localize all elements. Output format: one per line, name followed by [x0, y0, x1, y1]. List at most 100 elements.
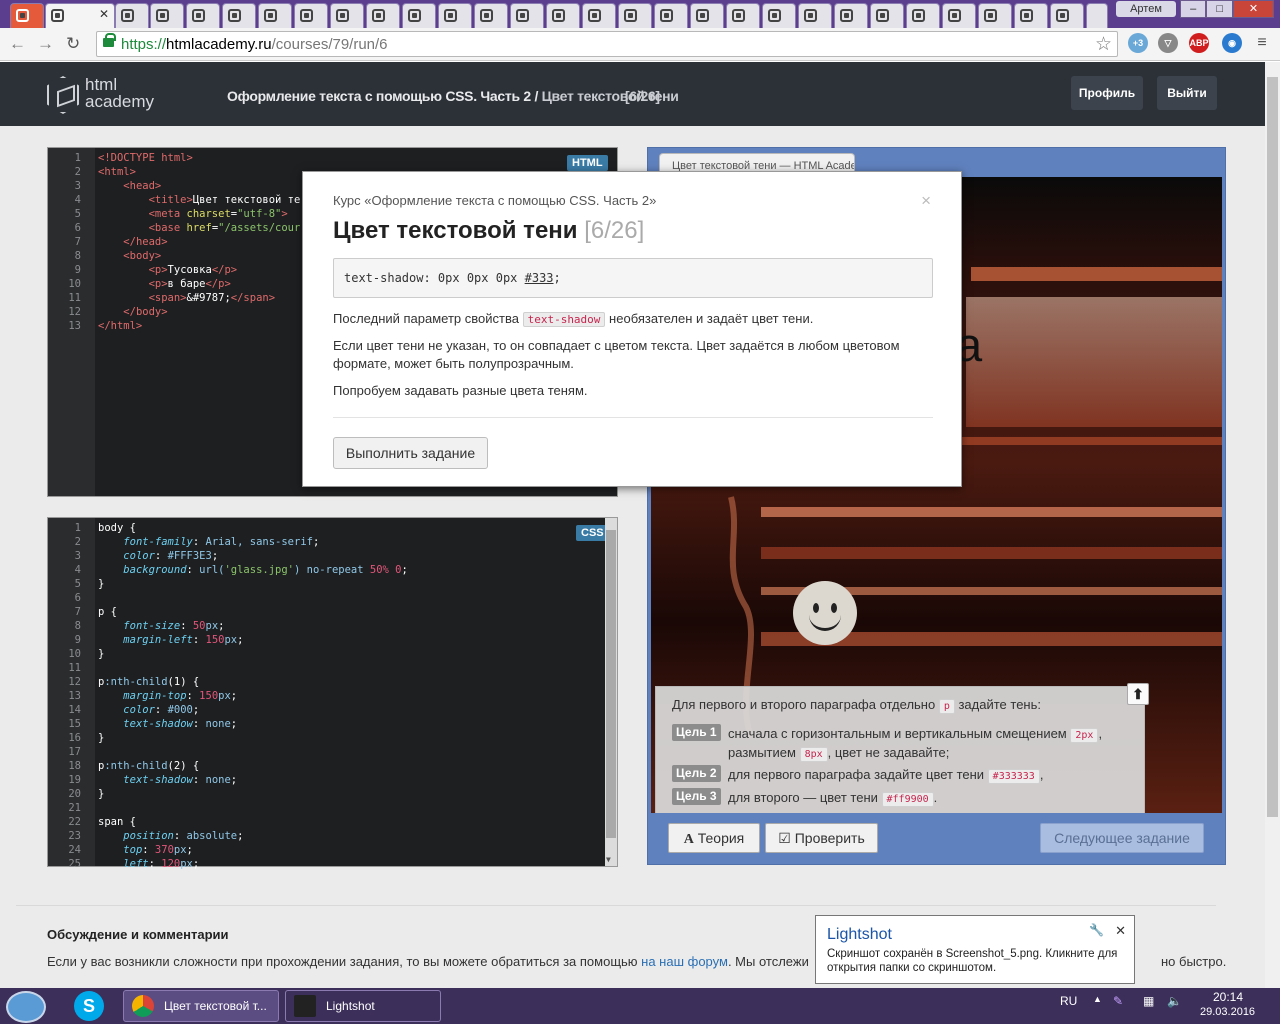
skype-icon[interactable]: S: [74, 991, 104, 1021]
browser-tab[interactable]: [726, 3, 760, 28]
network-icon[interactable]: ▦: [1143, 994, 1154, 1008]
browser-tab[interactable]: [870, 3, 904, 28]
browser-tab[interactable]: [798, 3, 832, 28]
browser-tab[interactable]: [186, 3, 220, 28]
maximize-button[interactable]: □: [1206, 0, 1233, 18]
browser-tab[interactable]: [546, 3, 580, 28]
html-code-line[interactable]: 5 <meta charset="utf-8">: [48, 207, 288, 221]
css-code-line[interactable]: 10}: [48, 647, 104, 661]
browser-tab[interactable]: [582, 3, 616, 28]
browser-tab[interactable]: [1050, 3, 1084, 28]
css-code-line[interactable]: 4 background: url('glass.jpg') no-repeat…: [48, 563, 408, 577]
browser-tab[interactable]: [115, 3, 149, 28]
css-code-line[interactable]: 24 top: 370px;: [48, 843, 193, 857]
back-icon[interactable]: ←: [9, 34, 26, 54]
css-editor-scrollbar[interactable]: ▼: [605, 518, 617, 866]
html-code-line[interactable]: 1 <!DOCTYPE html>: [48, 151, 193, 165]
extension-shield-icon[interactable]: ▽: [1158, 33, 1178, 53]
forward-icon[interactable]: →: [37, 34, 54, 54]
globe-icon[interactable]: ◉: [1222, 33, 1242, 53]
css-code-line[interactable]: 18 p:nth-child(2) {: [48, 759, 199, 773]
browser-tab[interactable]: [690, 3, 724, 28]
css-code-line[interactable]: 6: [48, 591, 81, 605]
browser-tab[interactable]: [438, 3, 472, 28]
adblock-icon[interactable]: ABP: [1189, 33, 1209, 53]
browser-tab[interactable]: [150, 3, 184, 28]
browser-tab[interactable]: [10, 3, 44, 28]
css-code-line[interactable]: 17: [48, 745, 81, 759]
browser-tab[interactable]: [834, 3, 868, 28]
extension-cloud-icon[interactable]: +3: [1128, 33, 1148, 53]
css-editor[interactable]: 1 body {2 font-family: Arial, sans-serif;…: [47, 517, 618, 870]
css-code-line[interactable]: 2 font-family: Arial, sans-serif;: [48, 535, 320, 549]
html-code-line[interactable]: 13 </html>: [48, 319, 142, 333]
css-code-line[interactable]: 23 position: absolute;: [48, 829, 243, 843]
browser-tab[interactable]: [906, 3, 940, 28]
taskbar-lightshot[interactable]: Lightshot: [285, 990, 441, 1022]
volume-icon[interactable]: 🔈: [1167, 994, 1182, 1008]
browser-tab[interactable]: [1014, 3, 1048, 28]
css-code-line[interactable]: 20}: [48, 787, 104, 801]
browser-tab[interactable]: [654, 3, 688, 28]
theory-button[interactable]: A Теория: [668, 823, 760, 853]
html-code-line[interactable]: 12 </body>: [48, 305, 167, 319]
css-code-line[interactable]: 12 p:nth-child(1) {: [48, 675, 199, 689]
reload-icon[interactable]: ↻: [66, 34, 80, 54]
css-code-line[interactable]: 1 body {: [48, 521, 136, 535]
css-code-line[interactable]: 7p {: [48, 605, 117, 619]
logout-button[interactable]: Выйти: [1157, 76, 1217, 110]
menu-icon[interactable]: ≡: [1252, 33, 1272, 53]
next-task-button[interactable]: Следующее задание: [1040, 823, 1204, 853]
address-bar[interactable]: https://htmlacademy.ru/courses/79/run/6 …: [96, 31, 1118, 57]
browser-tab[interactable]: [978, 3, 1012, 28]
start-task-button[interactable]: Выполнить задание: [333, 437, 488, 469]
html-code-line[interactable]: 10 <p>в баре</p>: [48, 277, 230, 291]
taskbar-chrome[interactable]: Цвет текстовой т...: [123, 990, 279, 1022]
browser-tab[interactable]: [366, 3, 400, 28]
htmlacademy-logo[interactable]: html academy: [47, 76, 167, 116]
tray-arrow-icon[interactable]: ▲: [1093, 994, 1102, 1004]
wrench-icon[interactable]: 🔧: [1089, 923, 1104, 937]
css-code-line[interactable]: 9 margin-left: 150px;: [48, 633, 244, 647]
html-code-line[interactable]: 8 <body>: [48, 249, 162, 263]
css-code-line[interactable]: 3 color: #FFF3E3;: [48, 549, 218, 563]
css-code-line[interactable]: 14 color: #000;: [48, 703, 199, 717]
modal-close-icon[interactable]: ×: [921, 191, 931, 211]
check-button[interactable]: ☑ Проверить: [765, 823, 878, 853]
browser-tab[interactable]: [222, 3, 256, 28]
collapse-task-button[interactable]: ⬆: [1127, 683, 1149, 705]
css-code-line[interactable]: 25 left: 120px;: [48, 857, 199, 871]
clock-date[interactable]: 29.03.2016: [1200, 1006, 1255, 1018]
html-code-line[interactable]: 9 <p>Тусовка</p>: [48, 263, 237, 277]
page-scrollbar[interactable]: [1265, 62, 1280, 988]
css-code-line[interactable]: 15 text-shadow: none;: [48, 717, 237, 731]
html-code-line[interactable]: 11 <span>&#9787;</span>: [48, 291, 275, 305]
scroll-down-icon[interactable]: ▼: [606, 855, 611, 864]
lightshot-notification[interactable]: Lightshot 🔧 ✕ Скриншот сохранён в Screen…: [815, 915, 1135, 984]
css-code-line[interactable]: 21: [48, 801, 81, 815]
browser-tab[interactable]: [330, 3, 364, 28]
start-button[interactable]: [6, 991, 46, 1023]
browser-tab[interactable]: [762, 3, 796, 28]
browser-tab-active[interactable]: ✕: [45, 3, 115, 28]
browser-tab[interactable]: [258, 3, 292, 28]
css-code-line[interactable]: 16}: [48, 731, 104, 745]
browser-tab[interactable]: [618, 3, 652, 28]
language-indicator[interactable]: RU: [1060, 994, 1077, 1008]
browser-tab[interactable]: [510, 3, 544, 28]
html-code-line[interactable]: 4 <title>Цвет текстовой те: [48, 193, 301, 207]
css-code-line[interactable]: 22 span {: [48, 815, 136, 829]
page-scroll-thumb[interactable]: [1267, 77, 1278, 817]
close-window-button[interactable]: ✕: [1232, 0, 1274, 18]
css-code-line[interactable]: 19 text-shadow: none;: [48, 773, 237, 787]
browser-tab[interactable]: [402, 3, 436, 28]
profile-button[interactable]: Профиль: [1071, 76, 1143, 110]
modal-course-link[interactable]: Курс «Оформление текста с помощью CSS. Ч…: [333, 193, 656, 208]
css-code-line[interactable]: 11: [48, 661, 81, 675]
minimize-button[interactable]: –: [1180, 0, 1207, 18]
lightshot-tray-icon[interactable]: ✎: [1113, 994, 1123, 1008]
breadcrumb-course[interactable]: Оформление текста с помощью CSS. Часть 2…: [227, 88, 542, 104]
html-code-line[interactable]: 6 <base href="/assets/cour: [48, 221, 301, 235]
clock-time[interactable]: 20:14: [1213, 990, 1243, 1004]
browser-tab[interactable]: [474, 3, 508, 28]
